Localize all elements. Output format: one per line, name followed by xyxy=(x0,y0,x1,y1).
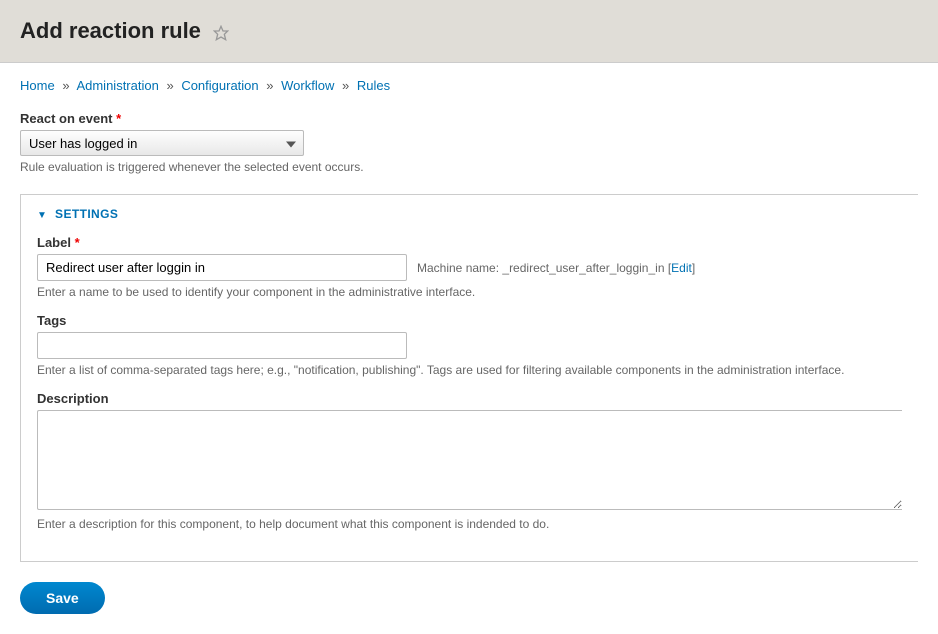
star-icon[interactable] xyxy=(213,25,229,44)
tags-help: Enter a list of comma-separated tags her… xyxy=(37,363,902,377)
breadcrumb: Home » Administration » Configuration » … xyxy=(20,78,918,93)
description-field: Description Enter a description for this… xyxy=(37,391,902,531)
label-input[interactable] xyxy=(37,254,407,281)
machine-name-value: _redirect_user_after_loggin_in xyxy=(502,261,664,275)
machine-name-prefix: Machine name: xyxy=(417,261,499,275)
breadcrumb-separator: » xyxy=(62,78,69,93)
label-field-label: Label * xyxy=(37,235,902,250)
tags-field-label: Tags xyxy=(37,313,902,328)
tags-field: Tags Enter a list of comma-separated tag… xyxy=(37,313,902,377)
save-button[interactable]: Save xyxy=(20,582,105,614)
breadcrumb-separator: » xyxy=(166,78,173,93)
description-textarea[interactable] xyxy=(37,410,902,510)
label-help: Enter a name to be used to identify your… xyxy=(37,285,902,299)
breadcrumb-rules[interactable]: Rules xyxy=(357,78,390,93)
settings-legend-text: SETTINGS xyxy=(55,207,118,221)
description-field-label: Description xyxy=(37,391,902,406)
event-select[interactable]: User has logged in xyxy=(20,130,304,156)
breadcrumb-separator: » xyxy=(342,78,349,93)
machine-name-edit-link[interactable]: Edit xyxy=(671,261,692,275)
breadcrumb-separator: » xyxy=(266,78,273,93)
required-marker: * xyxy=(75,235,80,250)
page-title: Add reaction rule xyxy=(20,18,201,44)
event-label: React on event * xyxy=(20,111,918,126)
required-marker: * xyxy=(116,111,121,126)
label-field: Label * Machine name: _redirect_user_aft… xyxy=(37,235,902,299)
breadcrumb-home[interactable]: Home xyxy=(20,78,55,93)
page-header: Add reaction rule xyxy=(0,0,938,63)
caret-down-icon: ▼ xyxy=(37,210,47,221)
label-field-label-text: Label xyxy=(37,235,71,250)
settings-legend[interactable]: ▼ SETTINGS xyxy=(21,195,918,227)
breadcrumb-configuration[interactable]: Configuration xyxy=(181,78,258,93)
tags-input[interactable] xyxy=(37,332,407,359)
settings-fieldset: ▼ SETTINGS Label * Machine name: _redire… xyxy=(20,194,918,562)
breadcrumb-workflow[interactable]: Workflow xyxy=(281,78,334,93)
event-field: React on event * User has logged in Rule… xyxy=(20,111,918,174)
event-label-text: React on event xyxy=(20,111,112,126)
breadcrumb-administration[interactable]: Administration xyxy=(76,78,158,93)
description-help: Enter a description for this component, … xyxy=(37,517,902,531)
machine-name-display: Machine name: _redirect_user_after_loggi… xyxy=(417,261,695,275)
event-help: Rule evaluation is triggered whenever th… xyxy=(20,160,918,174)
